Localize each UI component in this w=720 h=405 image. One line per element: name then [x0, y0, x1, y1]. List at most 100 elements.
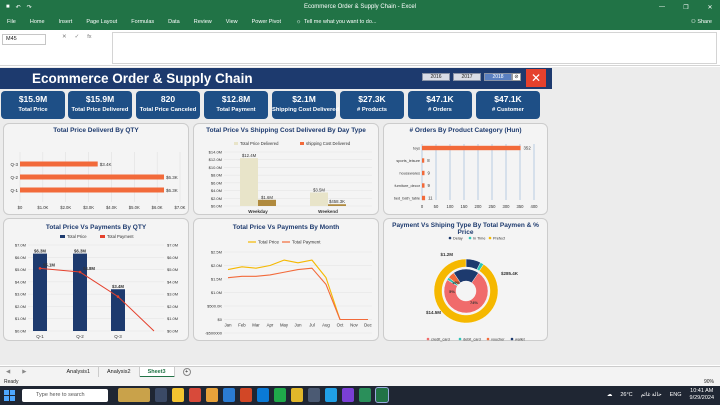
share-button[interactable]: ⚇ Share: [691, 19, 712, 25]
file-explorer-icon[interactable]: [172, 388, 184, 402]
excel-icon[interactable]: [375, 387, 389, 403]
data-label: 5%: [449, 289, 455, 294]
kpi-value: $47.1K: [494, 94, 522, 104]
tab-formulas[interactable]: Formulas: [124, 19, 161, 25]
minimize-button[interactable]: —: [656, 4, 668, 11]
kpi-value: $15.9M: [18, 94, 48, 104]
kpi-value: $47.1K: [426, 94, 454, 104]
dashboard-title: Ecommerce Order & Supply Chain: [32, 71, 253, 86]
language-indicator[interactable]: ENG: [670, 392, 682, 398]
sheet-nav-left-icon[interactable]: ◀: [0, 369, 16, 375]
app-icon[interactable]: [342, 388, 354, 402]
data-label: $3.4K: [100, 162, 112, 167]
power-bi-icon[interactable]: [291, 388, 303, 402]
chart-payment-shipping: Delay In Time Prefect credit_card debit_card…: [426, 237, 526, 342]
series-line: [39, 267, 155, 332]
tab-power-pivot[interactable]: Power Pivot: [245, 19, 288, 25]
sheet-nav-right-icon[interactable]: ▶: [16, 369, 32, 375]
edge-icon[interactable]: [257, 388, 269, 402]
telegram-icon[interactable]: [325, 388, 337, 402]
enter-icon[interactable]: ✓: [75, 34, 80, 40]
tick-label: $2.0K: [60, 205, 71, 210]
taskbar-search[interactable]: Type here to search: [22, 389, 108, 402]
zoom-level[interactable]: 90%: [704, 379, 714, 385]
formula-bar: M45 ✕ ✓ fx: [0, 30, 720, 66]
legend-label: Total Payment: [292, 240, 321, 245]
tab-insert[interactable]: Insert: [52, 19, 80, 25]
close-window-button[interactable]: ✕: [704, 4, 716, 11]
widget-app-icon[interactable]: [118, 388, 150, 402]
tick-label: $6.0K: [152, 205, 163, 210]
kpi-label: Total Price Canceled: [139, 107, 197, 113]
year-2017[interactable]: 2017: [453, 73, 481, 81]
windows-start-icon[interactable]: [4, 390, 15, 401]
chart-orders-category: 0 50 100 150 200 250 300 350 400 toys 352 sports_le…: [394, 144, 539, 209]
tick-label: $0.0M: [15, 329, 26, 334]
category-label: Oct: [337, 323, 344, 328]
chart-price-vs-payments-month: Total Price Total Payment -$500000 $0 $500.0…: [205, 240, 373, 336]
tick-label: 0: [421, 204, 424, 209]
task-view-icon[interactable]: [155, 388, 167, 402]
close-dashboard-button[interactable]: ✕: [526, 69, 546, 87]
save-icon[interactable]: ■: [6, 4, 10, 10]
redo-icon[interactable]: ↷: [27, 4, 32, 11]
tick-label: $0: [218, 317, 223, 322]
whatsapp-icon[interactable]: [274, 388, 286, 402]
clear-filter-icon[interactable]: ⊘: [512, 73, 521, 81]
sheet-tab-analysis2[interactable]: Analysis2: [99, 366, 140, 378]
category-label: housewares: [400, 172, 421, 176]
category-label: Feb: [238, 323, 246, 328]
tab-review[interactable]: Review: [187, 19, 219, 25]
bar: [422, 145, 521, 151]
bar: [258, 199, 276, 206]
kpi-value: $27.3K: [358, 94, 386, 104]
tab-file[interactable]: File: [0, 19, 23, 25]
tick-label: 400: [531, 204, 539, 209]
tab-data[interactable]: Data: [161, 19, 187, 25]
sheet-tab-analysis1[interactable]: Analysis1: [58, 366, 100, 378]
data-label: $12.4M: [242, 153, 257, 158]
tick-label: $6.0M: [15, 255, 26, 260]
powerpoint-icon[interactable]: [240, 388, 252, 402]
clock-date: 9/29/2024: [689, 395, 714, 401]
add-sheet-icon[interactable]: +: [182, 368, 191, 376]
tick-label: 100: [447, 204, 455, 209]
formula-input[interactable]: [112, 32, 717, 64]
chrome-icon[interactable]: [189, 388, 201, 402]
data-label: 9: [428, 183, 431, 188]
kpi-label: Shipping Cost Delivered: [272, 107, 339, 113]
word-icon[interactable]: [223, 388, 235, 402]
tick-label: 50: [434, 204, 439, 209]
app-icon[interactable]: [308, 388, 320, 402]
chart-price-vs-payments-qty: Total Price Total Payment $0.0M $0.0M $1.0M $…: [15, 234, 178, 339]
legend-label: Total Price Delivered: [240, 141, 279, 146]
bar: [240, 158, 258, 206]
data-label: $1.2M: [440, 252, 453, 257]
line-point: [78, 270, 82, 274]
year-2018[interactable]: 2018: [484, 73, 512, 81]
year-2016[interactable]: 2016: [422, 73, 450, 81]
name-box[interactable]: M45: [2, 34, 46, 45]
firefox-icon[interactable]: [206, 388, 218, 402]
tab-view[interactable]: View: [219, 19, 245, 25]
sheet-tab-sheet3[interactable]: Sheet3: [139, 366, 175, 378]
kpi-card: $47.1K # Orders: [408, 91, 472, 119]
kpi-label: Total Payment: [216, 107, 256, 113]
fx-icon[interactable]: fx: [87, 34, 91, 40]
data-label: 352: [524, 146, 532, 151]
tell-me-box[interactable]: ☼ Tell me what you want to do...: [288, 19, 377, 25]
clock[interactable]: 10:41 AM 9/29/2024: [690, 388, 714, 402]
tick-label: $2.5M: [211, 250, 222, 255]
taskbar-apps: [118, 387, 389, 403]
chart-day-type: Total Price Delivered shipping Cost Deliv…: [209, 141, 372, 214]
tab-page-layout[interactable]: Page Layout: [79, 19, 124, 25]
legend-swatch: [60, 235, 65, 238]
kpi-value: $12.8M: [221, 94, 251, 104]
maximize-button[interactable]: ❐: [680, 4, 692, 11]
category-label: Q-3: [10, 162, 18, 167]
app-icon[interactable]: [359, 388, 371, 402]
tab-home[interactable]: Home: [23, 19, 52, 25]
undo-icon[interactable]: ↶: [16, 4, 21, 11]
tick-label: $2.0M: [211, 196, 222, 201]
cancel-icon[interactable]: ✕: [62, 34, 67, 40]
